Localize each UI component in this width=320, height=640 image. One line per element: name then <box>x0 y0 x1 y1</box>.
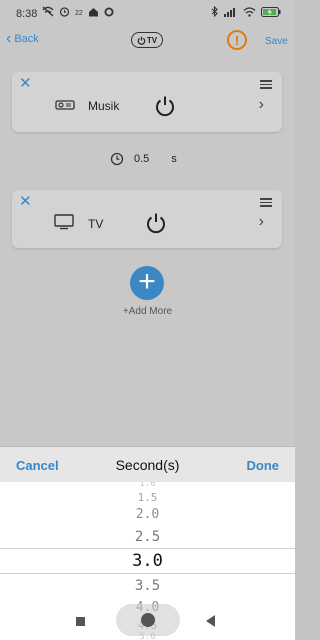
plus-icon: + <box>138 265 156 298</box>
status-right-icons <box>211 5 281 21</box>
power-icon <box>137 36 146 45</box>
badge-count: 22 <box>75 9 83 17</box>
delay-unit: s <box>171 153 177 165</box>
picker-option[interactable]: 2.0 <box>0 507 295 522</box>
clock-icon <box>110 152 124 166</box>
circle-icon <box>104 7 114 21</box>
done-button[interactable]: Done <box>247 458 280 473</box>
status-left-icons: 22 <box>42 6 114 21</box>
recents-icon[interactable] <box>76 617 85 626</box>
close-icon[interactable]: ✕ <box>19 76 32 91</box>
back-triangle-icon[interactable] <box>206 615 215 627</box>
power-icon[interactable] <box>154 95 176 117</box>
power-icon[interactable] <box>145 212 167 234</box>
chevron-left-icon: ‹ <box>6 30 12 47</box>
battery-charging-icon <box>261 6 281 21</box>
add-more-label[interactable]: +Add More <box>0 306 295 317</box>
bluetooth-icon <box>211 5 219 21</box>
picker-option[interactable]: 2.5 <box>0 529 295 545</box>
warning-symbol: ! <box>234 32 240 48</box>
drag-handle-icon[interactable] <box>260 198 272 209</box>
home-circle-icon <box>141 613 155 627</box>
chevron-right-icon[interactable]: › <box>259 213 264 231</box>
close-icon[interactable]: ✕ <box>19 194 32 209</box>
system-nav-bar <box>0 600 295 640</box>
step-card: ✕ TV › <box>12 190 282 248</box>
chevron-right-icon[interactable]: › <box>259 96 264 114</box>
save-button[interactable]: Save <box>265 36 288 47</box>
selection-line-bottom <box>0 573 295 574</box>
drag-handle-icon[interactable] <box>260 80 272 91</box>
home-button[interactable] <box>116 604 180 636</box>
back-button[interactable]: ‹ Back <box>6 30 39 47</box>
delay-value: 0.5 <box>134 153 150 165</box>
step-card: ✕ Musik › <box>12 72 282 132</box>
picker-header: Cancel Second(s) Done <box>0 446 295 482</box>
home-icon <box>88 7 99 21</box>
alarm-icon <box>59 6 70 21</box>
add-more-button[interactable]: + <box>130 266 164 300</box>
picker-option[interactable]: 1.5 <box>0 491 295 504</box>
step-label: Musik <box>88 99 120 113</box>
projector-icon <box>55 100 75 110</box>
step-label: TV <box>88 217 104 231</box>
wifi-icon <box>243 6 256 21</box>
status-time: 8:38 <box>16 8 38 20</box>
monitor-icon <box>54 214 74 230</box>
device-badge: TV <box>131 32 163 48</box>
status-bar: 8:38 22 <box>0 0 295 26</box>
picker-option[interactable]: 3.5 <box>0 578 295 594</box>
delay-row[interactable]: 0.5 s <box>110 152 177 166</box>
top-bar: ‹ Back TV ! Save <box>0 28 295 54</box>
wifi-off-icon <box>42 6 54 21</box>
picker-option[interactable]: 1.0 <box>0 482 295 490</box>
warning-icon[interactable]: ! <box>227 30 247 50</box>
picker-option-selected[interactable]: 3.0 <box>0 551 295 571</box>
selection-line-top <box>0 548 295 549</box>
back-label: Back <box>14 33 39 45</box>
signal-icon <box>224 7 238 21</box>
device-badge-label: TV <box>146 35 158 45</box>
